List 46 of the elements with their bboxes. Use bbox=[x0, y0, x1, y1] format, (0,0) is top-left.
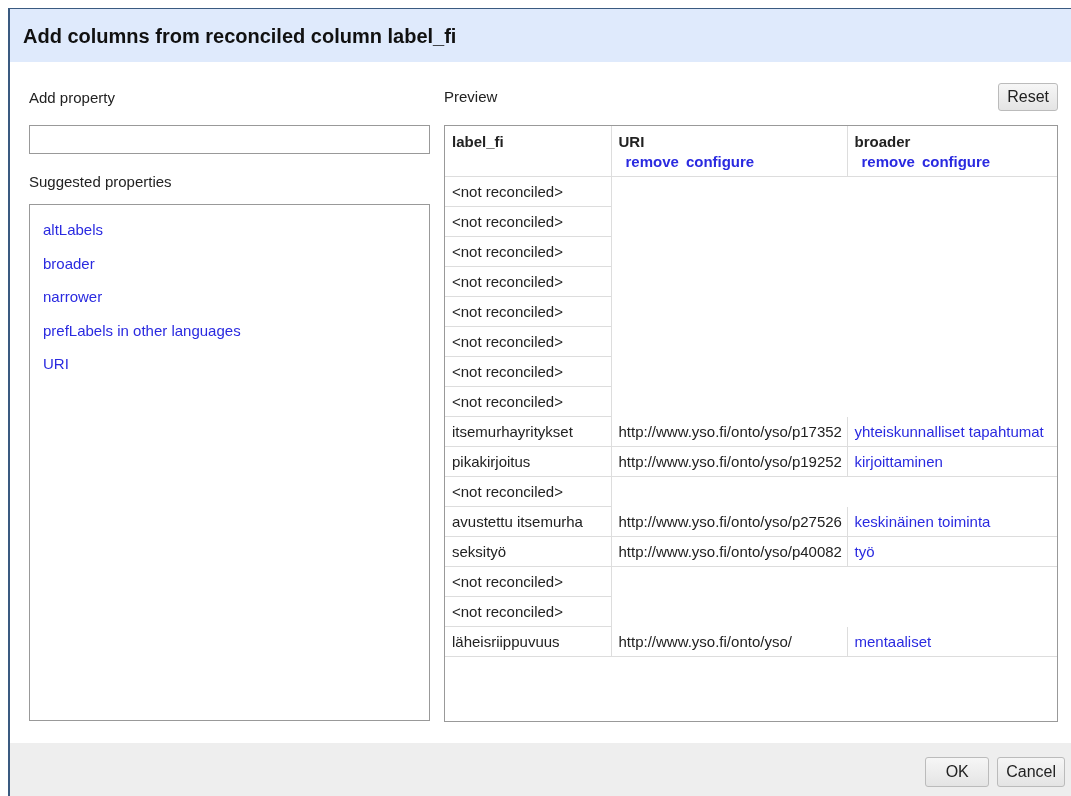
section-label: Suggested properties bbox=[29, 172, 173, 191]
table-cell: http://www.yso.fi/onto/yso/p17352 bbox=[611, 416, 847, 447]
concept-link[interactable]: työ bbox=[854, 543, 875, 560]
table-cell: <not reconciled> bbox=[445, 386, 611, 417]
ok-button[interactable]: OK bbox=[925, 756, 990, 787]
property-link[interactable]: prefLabels in other languages bbox=[43, 320, 416, 341]
reset-button[interactable]: Reset bbox=[998, 82, 1058, 111]
table-cell: http://www.yso.fi/onto/yso/ bbox=[611, 626, 847, 657]
table-cell: <not reconciled> bbox=[445, 596, 611, 627]
column-action-link[interactable]: configure bbox=[921, 153, 991, 170]
table-cell: seksityö bbox=[445, 536, 611, 567]
table-cell: <not reconciled> bbox=[445, 206, 611, 237]
table-cell: läheisriippuvuus bbox=[445, 626, 611, 657]
column-action-link[interactable]: configure bbox=[685, 153, 755, 170]
field-label: Add property bbox=[29, 88, 116, 107]
column-name: broader bbox=[854, 133, 911, 150]
table-cell: pikakirjoitus bbox=[445, 446, 611, 477]
concept-link[interactable]: mentaaliset bbox=[854, 632, 932, 650]
property-link[interactable]: URI bbox=[43, 354, 416, 374]
table-cell: <not reconciled> bbox=[445, 476, 611, 507]
cancel-button[interactable]: Cancel bbox=[997, 756, 1065, 787]
column-action-link[interactable]: remove bbox=[625, 153, 679, 170]
dialog-title: Add columns from reconciled column label_fi bbox=[23, 23, 457, 48]
column-name: label_fi bbox=[452, 133, 504, 150]
property-link[interactable]: narrower bbox=[43, 287, 416, 307]
table-cell: avustettu itsemurha bbox=[445, 506, 611, 537]
property-link[interactable]: broader bbox=[43, 253, 416, 274]
concept-link[interactable]: yhteiskunnalliset tapahtumat bbox=[854, 422, 1044, 440]
table-cell: <not reconciled> bbox=[445, 566, 611, 597]
column-name: URI bbox=[618, 133, 645, 150]
table-cell: http://www.yso.fi/onto/yso/p27526 bbox=[611, 506, 847, 537]
section-label: Preview bbox=[444, 87, 498, 106]
property-input[interactable] bbox=[29, 125, 430, 154]
table-cell: http://www.yso.fi/onto/yso/p40082 bbox=[611, 536, 847, 567]
table-cell: <not reconciled> bbox=[445, 176, 611, 207]
table-cell: <not reconciled> bbox=[445, 266, 611, 297]
table-cell: <not reconciled> bbox=[445, 356, 611, 387]
column-action-link[interactable]: remove bbox=[861, 153, 915, 170]
concept-link[interactable]: kirjoittaminen bbox=[854, 453, 943, 470]
table-cell: itsemurhayritykset bbox=[445, 416, 611, 447]
table-cell: http://www.yso.fi/onto/yso/p19252 bbox=[611, 446, 847, 477]
property-link[interactable]: altLabels bbox=[43, 220, 416, 240]
table-cell: <not reconciled> bbox=[445, 236, 611, 267]
table-cell: <not reconciled> bbox=[445, 326, 611, 357]
table-cell: <not reconciled> bbox=[445, 296, 611, 327]
concept-link[interactable]: keskinäinen toiminta bbox=[854, 512, 991, 530]
